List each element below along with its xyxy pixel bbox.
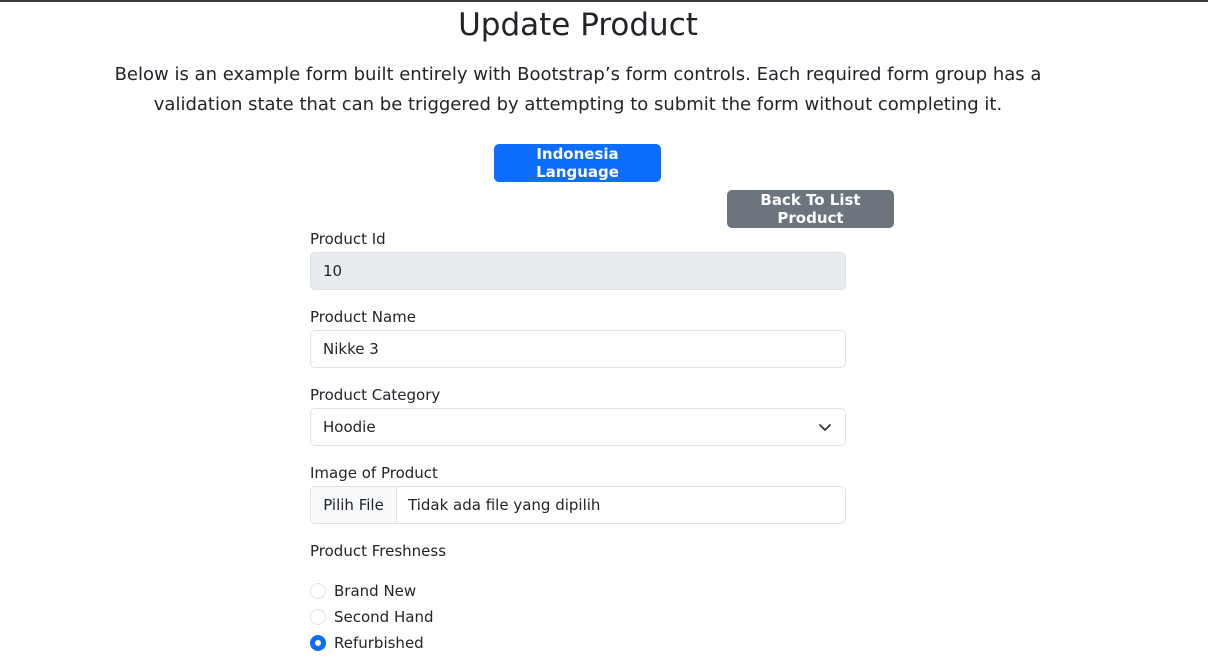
product-category-value: Hoodie	[323, 418, 376, 436]
product-name-input[interactable]: Nikke 3	[310, 330, 846, 368]
page-title: Update Product	[458, 7, 698, 43]
page-description: Below is an example form built entirely …	[114, 64, 1042, 115]
product-name-value: Nikke 3	[323, 340, 379, 358]
image-label: Image of Product	[310, 464, 438, 482]
product-category-select[interactable]: Hoodie	[310, 408, 846, 446]
product-id-value: 10	[323, 262, 343, 280]
radio-button[interactable]	[310, 609, 326, 625]
choose-file-button[interactable]: Pilih File	[311, 487, 397, 523]
radio-refurbished[interactable]: Refurbished	[310, 632, 424, 654]
indonesia-language-button[interactable]: Indonesia Language	[494, 144, 661, 182]
product-name-label: Product Name	[310, 308, 416, 326]
file-status-text: Tidak ada file yang dipilih	[408, 496, 601, 514]
radio-brand-new[interactable]: Brand New	[310, 580, 416, 602]
top-border	[0, 0, 1208, 2]
product-category-label: Product Category	[310, 386, 441, 404]
freshness-label: Product Freshness	[310, 542, 447, 560]
chevron-down-icon	[819, 424, 831, 431]
radio-label: Second Hand	[334, 608, 434, 626]
image-file-input[interactable]: Pilih File Tidak ada file yang dipilih	[310, 486, 846, 524]
product-id-label: Product Id	[310, 230, 386, 248]
radio-label: Refurbished	[334, 634, 424, 652]
radio-label: Brand New	[334, 582, 417, 600]
radio-button-checked[interactable]	[310, 635, 326, 651]
back-to-list-button[interactable]: Back To List Product	[727, 190, 894, 228]
product-id-input: 10	[310, 252, 846, 290]
radio-second-hand[interactable]: Second Hand	[310, 606, 433, 628]
radio-button[interactable]	[310, 583, 326, 599]
